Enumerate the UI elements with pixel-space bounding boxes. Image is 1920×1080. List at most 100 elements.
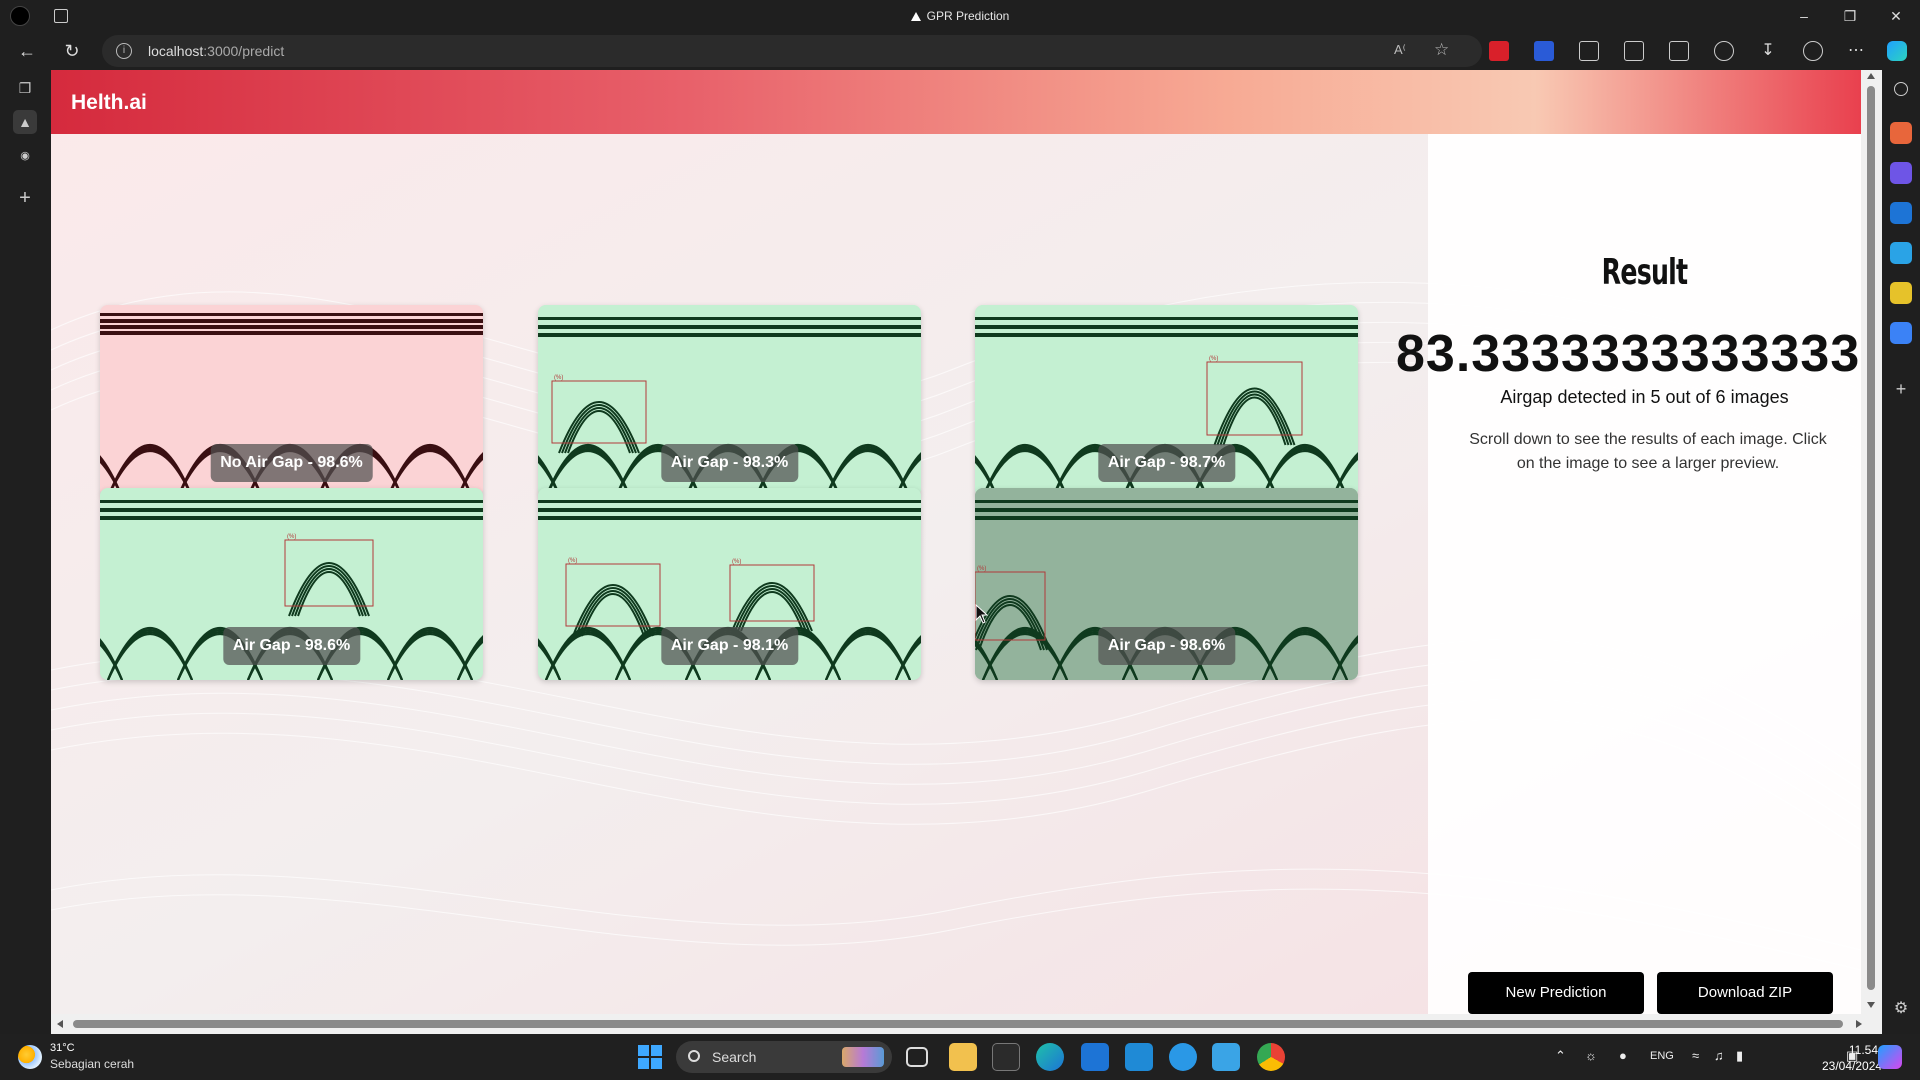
result-image-card[interactable]: (%) (%) Air Gap - 98.1% [538, 488, 921, 680]
sidebar-add-icon[interactable]: + [1890, 378, 1912, 400]
microphone-icon[interactable]: ● [1619, 1048, 1627, 1063]
sidebar-tools-icon[interactable] [1890, 122, 1912, 144]
window-title-bar: GPR Prediction – ❐ ✕ [0, 0, 1920, 32]
address-bar-row: ← ↻ i localhost:3000/predict A⁽ ☆ ↧ ⋯ [0, 32, 1920, 70]
copilot-icon[interactable] [1887, 41, 1907, 61]
result-image-card[interactable]: (%) Air Gap - 98.6% [100, 488, 483, 680]
new-tab-icon[interactable]: + [13, 186, 37, 210]
prediction-label: Air Gap - 98.7% [1097, 444, 1236, 482]
weather-icon[interactable] [18, 1045, 42, 1069]
terminal-icon[interactable] [992, 1043, 1020, 1071]
svg-text:(%): (%) [568, 558, 577, 564]
result-image-card[interactable]: No Air Gap - 98.6% [100, 305, 483, 497]
result-percentage: 83.33333333333334 [1396, 325, 1861, 383]
svg-text:(%): (%) [1209, 356, 1218, 362]
sidebar-send-icon[interactable] [1890, 242, 1912, 264]
horizontal-scrollbar[interactable] [51, 1014, 1882, 1034]
minimize-icon[interactable]: – [1792, 4, 1816, 28]
horizontal-scroll-thumb[interactable] [73, 1020, 1843, 1028]
result-panel: Result 83.33333333333334 Airgap detected… [1396, 134, 1861, 1014]
tab-gpr-prediction[interactable]: ▲ [13, 110, 37, 134]
collections-icon[interactable] [1669, 41, 1689, 61]
vertical-scrollbar[interactable] [1861, 70, 1882, 1014]
scroll-left-icon[interactable] [57, 1020, 63, 1028]
taskbar-search[interactable]: Search [676, 1041, 892, 1073]
notification-icon[interactable]: ▣ [1846, 1048, 1858, 1064]
vertical-scroll-thumb[interactable] [1867, 86, 1875, 990]
url-text[interactable]: localhost:3000/predict [148, 43, 284, 59]
back-icon[interactable]: ← [15, 39, 39, 63]
prediction-label: Air Gap - 98.3% [660, 444, 799, 482]
svg-text:(%): (%) [977, 566, 986, 572]
extension-shield-icon[interactable] [1534, 41, 1554, 61]
edge-browser-icon[interactable] [1036, 1043, 1064, 1071]
favorite-star-icon[interactable]: ☆ [1434, 40, 1449, 60]
vscode-icon[interactable] [1125, 1043, 1153, 1071]
site-info-icon[interactable]: i [116, 43, 132, 59]
docker-icon[interactable] [1169, 1043, 1197, 1071]
close-icon[interactable]: ✕ [1884, 4, 1908, 28]
sidebar-settings-icon[interactable]: ⚙ [1890, 998, 1912, 1020]
download-zip-button[interactable]: Download ZIP [1657, 972, 1833, 1014]
battery-icon[interactable]: ▮ [1736, 1048, 1743, 1064]
volume-icon[interactable]: ♫ [1714, 1048, 1724, 1063]
performance-icon[interactable] [1803, 41, 1823, 61]
address-bar[interactable]: i localhost:3000/predict A⁽ ☆ [102, 35, 1482, 67]
tray-overflow-icon[interactable]: ⌃ [1555, 1048, 1566, 1064]
svg-text:(%): (%) [554, 375, 563, 381]
tab-favicon-icon [910, 12, 921, 21]
start-windows-icon[interactable] [638, 1045, 662, 1069]
brightness-icon[interactable]: ☼ [1585, 1048, 1597, 1063]
outlook-icon[interactable] [1081, 1043, 1109, 1071]
read-aloud-icon[interactable]: A⁽ [1394, 42, 1406, 58]
search-placeholder: Search [712, 1049, 757, 1065]
scroll-up-icon[interactable] [1867, 73, 1875, 79]
new-prediction-button[interactable]: New Prediction [1468, 972, 1644, 1014]
tab-extension-icon[interactable]: ◉ [13, 144, 37, 168]
prediction-label: Air Gap - 98.6% [222, 627, 361, 665]
split-screen-icon[interactable] [1624, 41, 1644, 61]
result-title: Result [1601, 252, 1688, 293]
result-summary: Airgap detected in 5 out of 6 images [1500, 387, 1789, 407]
result-image-card[interactable]: (%) Air Gap - 98.7% [975, 305, 1358, 497]
chrome-icon[interactable] [1257, 1043, 1285, 1071]
prediction-label: No Air Gap - 98.6% [210, 444, 373, 482]
prediction-label: Air Gap - 98.1% [660, 627, 799, 665]
app-logo[interactable]: Helth.ai [71, 91, 147, 115]
sidebar-translate-icon[interactable] [1890, 322, 1912, 344]
svg-text:(%): (%) [287, 534, 296, 540]
result-image-card[interactable]: (%) Air Gap - 98.3% [538, 305, 921, 497]
weather-description[interactable]: Sebagian cerah [50, 1057, 134, 1071]
prediction-label: Air Gap - 98.6% [1097, 627, 1236, 665]
tab-actions-icon[interactable]: ❐ [13, 76, 37, 100]
vertical-tab-strip: ❐ ▲ ◉ + [0, 70, 51, 1034]
extension-red-icon[interactable] [1489, 41, 1509, 61]
language-indicator[interactable]: ENG [1650, 1050, 1674, 1062]
history-icon[interactable] [1714, 41, 1734, 61]
more-options-icon[interactable]: ⋯ [1844, 39, 1868, 63]
sidebar-outlook-icon[interactable] [1890, 202, 1912, 224]
svg-text:(%): (%) [732, 559, 741, 565]
notepad-icon[interactable] [1212, 1043, 1240, 1071]
result-description: Scroll down to see the results of each i… [1469, 431, 1827, 472]
task-view-icon[interactable] [906, 1047, 928, 1067]
sidebar-search-icon[interactable] [1894, 82, 1908, 96]
browser-sidebar: + ⚙ [1882, 70, 1920, 1034]
search-highlight-icon [842, 1047, 884, 1067]
extensions-puzzle-icon[interactable] [1579, 41, 1599, 61]
taskbar: 31°C Sebagian cerah Search ⌃ ☼ ● ENG ≈ ♫… [0, 1034, 1920, 1080]
scroll-down-icon[interactable] [1867, 1002, 1875, 1008]
web-page: Helth.ai No Air Gap - 98.6% (%) Air Gap - … [51, 70, 1861, 1014]
scroll-right-icon[interactable] [1856, 1020, 1862, 1028]
app-header: Helth.ai [51, 70, 1861, 134]
sidebar-games-icon[interactable] [1890, 282, 1912, 304]
sidebar-copilot-icon[interactable] [1890, 162, 1912, 184]
wifi-icon[interactable]: ≈ [1692, 1048, 1699, 1063]
file-explorer-icon[interactable] [949, 1043, 977, 1071]
weather-temperature[interactable]: 31°C [50, 1042, 75, 1054]
copilot-taskbar-icon[interactable] [1878, 1045, 1902, 1069]
restore-icon[interactable]: ❐ [1838, 4, 1862, 28]
refresh-icon[interactable]: ↻ [60, 39, 84, 63]
downloads-icon[interactable]: ↧ [1756, 39, 1780, 63]
result-image-card[interactable]: (%) Air Gap - 98.6% [975, 488, 1358, 680]
